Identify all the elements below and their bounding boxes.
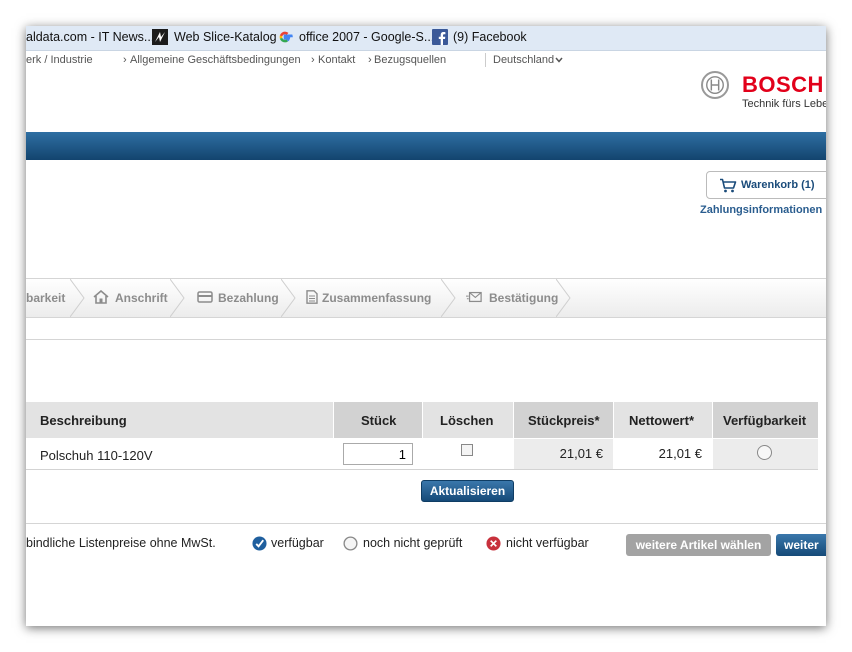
divider [26, 339, 826, 340]
step-separator [70, 279, 85, 317]
next-button[interactable]: weiter [776, 534, 826, 556]
unit-price-cell: 21,01 € [514, 439, 613, 469]
envelope-icon [466, 291, 482, 303]
step-zusammenfassung[interactable]: Zusammenfassung [322, 291, 431, 305]
divider [485, 53, 486, 67]
net-value: 21,01 € [658, 446, 702, 461]
col-header-net-value: Nettowert* [614, 402, 712, 438]
step-bezahlung[interactable]: Bezahlung [218, 291, 279, 305]
col-header-availability: Verfügbarkeit [713, 402, 818, 438]
shopping-cart-icon [720, 178, 737, 193]
browser-viewport: aldata.com - IT News... Web Slice-Katalo… [26, 26, 826, 626]
cart-label: Warenkorb (1) [741, 179, 815, 191]
legend-unavailable: nicht verfügbar [506, 536, 589, 550]
chevron-down-icon[interactable] [555, 57, 563, 63]
brand-slogan: Technik fürs Leben [742, 98, 826, 110]
step-verfuegbarkeit[interactable]: barkeit [26, 291, 65, 305]
delete-checkbox[interactable] [461, 444, 473, 456]
favorites-bar: aldata.com - IT News... Web Slice-Katalo… [26, 26, 826, 51]
payment-info-link[interactable]: Zahlungsinformationen [700, 204, 822, 216]
favorite-link-office-2007[interactable]: office 2007 - Google-S... [299, 30, 434, 44]
legend-unchecked: noch nicht geprüft [363, 536, 463, 550]
checkout-steps: barkeit Anschrift Bezahlung Zusammenfass… [26, 278, 826, 318]
chevron-right-icon: › [123, 54, 127, 66]
bosch-logo-icon[interactable] [701, 71, 729, 99]
link-werk-industrie[interactable]: erk / Industrie [26, 54, 93, 66]
chevron-right-icon: › [311, 54, 315, 66]
divider [26, 469, 818, 470]
table-row: Polschuh 110-120V [26, 439, 333, 469]
favorite-link-web-slice-katalog[interactable]: Web Slice-Katalog [174, 30, 277, 44]
item-description: Polschuh 110-120V [40, 448, 153, 463]
web-slice-icon [152, 29, 168, 45]
navigation-band [26, 132, 826, 160]
step-anschrift[interactable]: Anschrift [115, 291, 168, 305]
favorite-link-facebook[interactable]: (9) Facebook [453, 30, 527, 44]
col-header-unit-price: Stückpreis* [514, 402, 613, 438]
unchecked-circle-icon [343, 536, 358, 551]
link-bezugsquellen[interactable]: Bezugsquellen [374, 54, 446, 66]
unit-price: 21,01 € [559, 446, 603, 461]
card-icon [197, 291, 213, 303]
update-button[interactable]: Aktualisieren [421, 480, 514, 502]
cart-button[interactable]: Warenkorb (1) [706, 171, 826, 199]
facebook-icon [432, 29, 448, 45]
google-icon [279, 31, 293, 43]
link-kontakt[interactable]: Kontakt [318, 54, 355, 66]
price-note: bindliche Listenpreise ohne MwSt. [26, 536, 216, 550]
net-value-cell: 21,01 € [614, 439, 712, 469]
step-separator [170, 279, 185, 317]
favorite-link-computerdata[interactable]: aldata.com - IT News... [26, 30, 154, 44]
brand-name[interactable]: BOSCH [742, 72, 824, 98]
step-separator [441, 279, 456, 317]
unavailable-x-icon [486, 536, 501, 551]
quantity-input[interactable] [343, 443, 413, 465]
document-icon [306, 290, 318, 304]
legend-available: verfügbar [271, 536, 324, 550]
step-separator [556, 279, 571, 317]
step-bestaetigung[interactable]: Bestätigung [489, 291, 558, 305]
col-header-delete: Löschen [423, 402, 513, 438]
availability-status-icon [757, 445, 772, 460]
divider [26, 523, 826, 524]
top-links-bar: erk / Industrie › Allgemeine Geschäftsbe… [26, 51, 826, 69]
col-header-description: Beschreibung [26, 402, 333, 438]
link-agb[interactable]: Allgemeine Geschäftsbedingungen [130, 54, 301, 66]
available-check-icon [252, 536, 267, 551]
house-icon [93, 290, 109, 304]
more-articles-button[interactable]: weitere Artikel wählen [626, 534, 771, 556]
col-header-qty: Stück [334, 402, 422, 438]
chevron-right-icon: › [368, 54, 372, 66]
step-separator [281, 279, 296, 317]
country-selector[interactable]: Deutschland [493, 54, 554, 66]
